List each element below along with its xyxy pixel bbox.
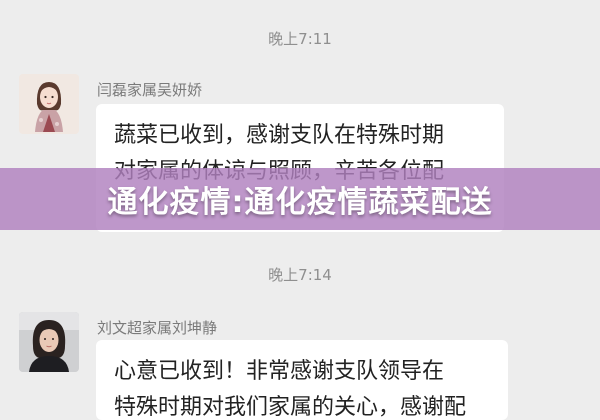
sender-name: 闫磊家属吴妍娇 [97, 81, 203, 99]
sender-name: 刘文超家属刘坤静 [97, 319, 218, 337]
message-text-line: 心意已收到！非常感谢支队领导在 [114, 359, 445, 384]
woman-photo-avatar-icon [19, 312, 79, 372]
avatar[interactable] [19, 312, 79, 372]
message-bubble[interactable]: 心意已收到！非常感谢支队领导在 特殊时期对我们家属的关心，感谢配 [96, 340, 508, 420]
title-banner: 通化疫情:通化疫情蔬菜配送 [0, 168, 600, 230]
timestamp: 晚上7:11 [268, 30, 332, 48]
message-text-line: 特殊时期对我们家属的关心，感谢配 [114, 395, 467, 420]
illustrated-woman-avatar-icon [19, 74, 79, 134]
avatar[interactable] [19, 74, 79, 134]
message-text-line: 蔬菜已收到，感谢支队在特殊时期 [114, 123, 445, 148]
banner-title: 通化疫情:通化疫情蔬菜配送 [107, 185, 493, 220]
timestamp: 晚上7:14 [268, 266, 332, 284]
